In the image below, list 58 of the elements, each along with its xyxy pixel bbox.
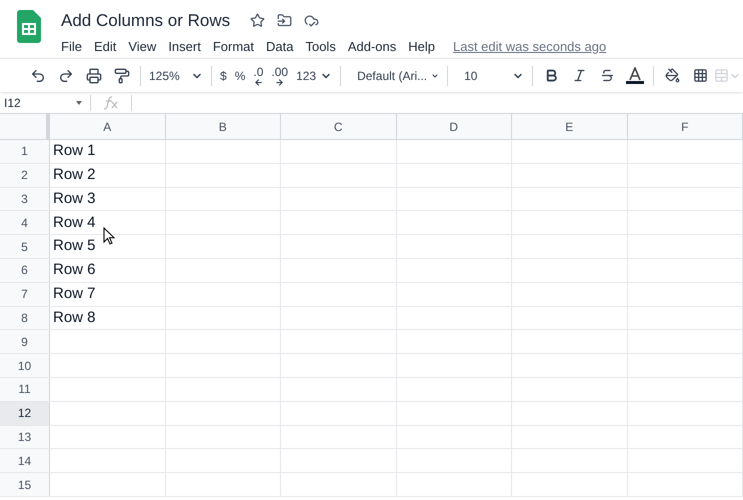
arrow-right-icon <box>275 78 284 86</box>
row-header[interactable]: 12 <box>0 402 50 425</box>
last-edit-link[interactable]: Last edit was seconds ago <box>453 36 606 56</box>
caret-icon <box>76 100 82 104</box>
row-header[interactable]: 3 <box>0 188 50 210</box>
row-header[interactable]: 10 <box>0 354 50 377</box>
column-header[interactable]: A <box>50 114 166 139</box>
cloud-icon[interactable] <box>304 13 320 28</box>
row-header[interactable]: 5 <box>0 235 50 258</box>
mouse-pointer-icon <box>103 227 115 245</box>
table-cell[interactable]: Row 2 <box>50 164 166 187</box>
row-header[interactable]: 14 <box>0 449 50 472</box>
arrow-left-icon <box>254 78 263 86</box>
row-header[interactable]: 6 <box>0 258 50 282</box>
row-header[interactable]: 2 <box>0 164 50 187</box>
row-header[interactable]: 9 <box>0 330 50 354</box>
percent-button[interactable]: % <box>230 62 250 90</box>
row-header[interactable]: 15 <box>0 473 50 496</box>
column-header[interactable]: F <box>628 114 743 139</box>
letter-a-icon <box>628 67 642 81</box>
currency-button[interactable]: $ <box>216 62 231 90</box>
row-header[interactable]: 13 <box>0 426 50 448</box>
folder-icon[interactable] <box>277 13 292 28</box>
column-header[interactable]: B <box>166 114 281 139</box>
menu-item[interactable]: Format <box>212 36 254 56</box>
column-header[interactable]: E <box>512 114 628 139</box>
menu-item[interactable]: File <box>61 36 82 56</box>
table-cell[interactable]: Row 8 <box>50 306 166 330</box>
menu-item[interactable]: Insert <box>168 36 201 56</box>
function-icon <box>103 96 119 110</box>
row-header[interactable]: 8 <box>0 306 50 330</box>
menu-item[interactable]: View <box>128 36 156 56</box>
table-cell[interactable]: Row 6 <box>50 258 166 282</box>
merge-icon <box>714 68 730 83</box>
menu-item[interactable]: Edit <box>94 36 116 56</box>
row-header[interactable]: 4 <box>0 211 50 234</box>
table-cell[interactable]: Row 3 <box>50 188 166 210</box>
star-icon[interactable] <box>250 13 266 28</box>
decrease-decimals-button[interactable]: .0 <box>249 62 268 90</box>
row-header[interactable]: 7 <box>0 282 50 306</box>
spreadsheet-logo[interactable] <box>17 10 41 43</box>
menu-item[interactable]: Help <box>408 36 435 56</box>
number-format-dropdown[interactable]: 123 <box>292 62 336 90</box>
increase-decimals-button[interactable]: .00 <box>267 62 292 90</box>
column-header[interactable]: C <box>281 114 396 139</box>
document-title[interactable]: Add Columns or Rows <box>61 8 230 34</box>
row-header[interactable]: 11 <box>0 378 50 401</box>
table-cell[interactable]: Row 1 <box>50 140 166 163</box>
font-size-dropdown[interactable]: 10 <box>460 62 528 90</box>
cell-reference-field[interactable]: I12 <box>0 94 90 112</box>
table-cell[interactable]: Row 7 <box>50 282 166 306</box>
row-header[interactable]: 1 <box>0 140 50 163</box>
column-header[interactable]: D <box>396 114 512 139</box>
menu-item[interactable]: Add-ons <box>348 36 396 56</box>
menu-item[interactable]: Tools <box>305 36 336 56</box>
zoom-dropdown[interactable]: 125% <box>145 62 207 90</box>
menu-item[interactable]: Data <box>266 36 294 56</box>
font-dropdown[interactable]: Default (Ari... <box>353 62 444 90</box>
